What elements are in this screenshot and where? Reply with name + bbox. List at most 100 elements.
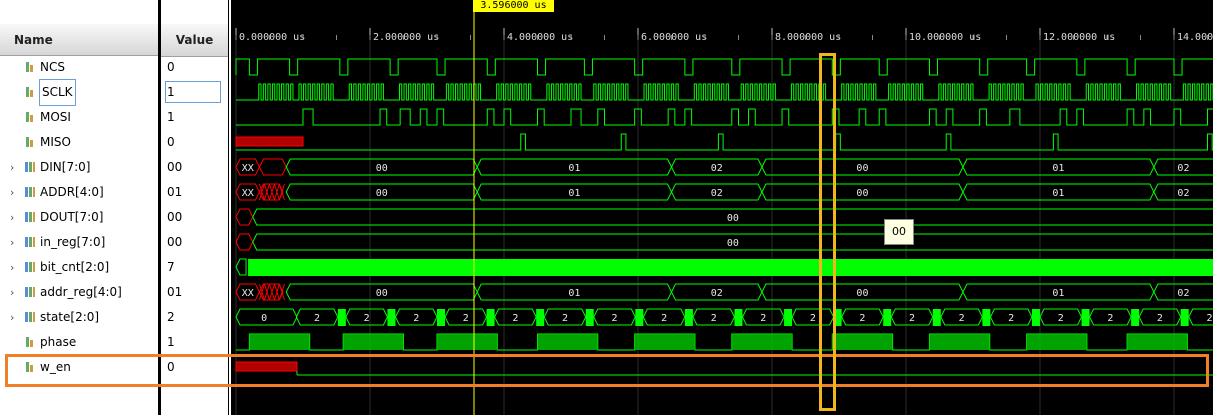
bus-value-label: 2	[512, 313, 518, 324]
bus-segment	[235, 258, 247, 276]
phase-high-fill	[537, 334, 598, 350]
dense-transition	[1031, 309, 1040, 326]
bus-value-label: 00	[376, 288, 388, 299]
dense-transition	[536, 309, 545, 326]
cursor-time-label[interactable]: 3.596000 us	[473, 0, 554, 12]
dense-transition	[833, 309, 842, 326]
bus-value-label: 00	[727, 213, 739, 224]
bit-waveform	[236, 133, 1213, 151]
undefined-hatch	[278, 283, 285, 301]
time-tick-label: 0.000000 us	[239, 32, 305, 43]
bus-value-label: 01	[568, 163, 580, 174]
time-tick-label: 4.000000 us	[507, 32, 573, 43]
bus-value-label: 00	[856, 288, 868, 299]
dense-transition	[883, 309, 892, 326]
bus-value-label: 2	[810, 313, 816, 324]
time-tick-label: 2.000000 us	[373, 32, 439, 43]
phase-high-fill	[249, 334, 310, 350]
bus-value-label: 02	[1177, 163, 1189, 174]
phase-high-fill	[832, 334, 893, 350]
bus-value-label: 01	[1052, 188, 1064, 199]
phase-high-fill	[929, 334, 990, 350]
bus-value-label: 01	[1052, 163, 1064, 174]
bus-value-label: 2	[1058, 313, 1064, 324]
bus-value-label: 01	[568, 188, 580, 199]
bit-waveform	[236, 83, 1213, 101]
bit-waveform	[235, 58, 1213, 76]
dense-transition	[1131, 309, 1140, 326]
dense-transition	[1081, 309, 1090, 326]
bus-value-label: 2	[859, 313, 865, 324]
undefined-segment	[235, 136, 304, 147]
dense-transition	[635, 309, 644, 326]
bus-value-label: XX	[242, 188, 254, 199]
dense-transition	[734, 309, 743, 326]
dense-transition	[585, 309, 594, 326]
bus-segment	[258, 158, 287, 176]
phase-high-fill	[343, 334, 404, 350]
bus-value-label: 2	[1206, 313, 1212, 324]
bus-value-label: 00	[376, 188, 388, 199]
bus-value-label: 2	[909, 313, 915, 324]
bus-value-label: 2	[1107, 313, 1113, 324]
bus-value-label: 2	[364, 313, 370, 324]
bus-value-label: 2	[562, 313, 568, 324]
undefined-hatch	[268, 183, 275, 201]
bus-segment	[258, 183, 284, 201]
bus-value-label: 2	[463, 313, 469, 324]
bit-waveform	[236, 108, 1213, 126]
bus-value-label: 02	[711, 163, 723, 174]
dense-transition	[437, 309, 445, 326]
undefined-hatch	[263, 283, 270, 301]
phase-high-fill	[634, 334, 695, 350]
dense-transition	[684, 309, 693, 326]
undefined-hatch	[273, 283, 280, 301]
bus-value-label: 2	[661, 313, 667, 324]
bus-value-label: 02	[711, 288, 723, 299]
bus-value-label: 01	[568, 288, 580, 299]
dense-transition	[784, 309, 793, 326]
dense-bus-fill	[248, 259, 1213, 276]
time-tick-label: 8.000000 us	[775, 32, 841, 43]
bus-value-label: 2	[612, 313, 618, 324]
time-tick-label: 10.000000 us	[909, 32, 981, 43]
dense-transition	[1180, 309, 1189, 326]
value-tooltip: 00	[884, 219, 914, 245]
bus-value-label: 00	[376, 163, 388, 174]
undefined-hatch	[263, 183, 270, 201]
bus-value-label: XX	[242, 288, 254, 299]
dense-transition	[486, 309, 495, 326]
bus-value-label: 02	[1177, 288, 1189, 299]
bus-segment	[258, 283, 284, 301]
dense-transition	[932, 309, 941, 326]
bus-value-label: 00	[856, 188, 868, 199]
phase-high-fill	[1127, 334, 1188, 350]
bus-segment	[235, 233, 254, 251]
phase-high-fill	[437, 334, 498, 350]
phase-high-fill	[1026, 334, 1087, 350]
bus-segment	[235, 208, 254, 226]
bus-value-label: 2	[1008, 313, 1014, 324]
bus-value-label: XX	[242, 163, 254, 174]
bus-value-label: 0	[261, 313, 267, 324]
time-tick-label: 12.000000 us	[1043, 32, 1115, 43]
bus-value-label: 02	[711, 188, 723, 199]
phase-high-fill	[731, 334, 793, 350]
bus-value-label: 02	[1177, 188, 1189, 199]
undefined-segment	[235, 361, 298, 372]
time-tick-label: 6.000000 us	[641, 32, 707, 43]
bus-value-label: 00	[727, 238, 739, 249]
bus-value-label: 2	[711, 313, 717, 324]
bus-value-label: 2	[760, 313, 766, 324]
undefined-hatch	[273, 183, 280, 201]
dense-transition	[982, 309, 991, 326]
bus-value-label: 2	[314, 313, 320, 324]
undefined-hatch	[268, 283, 275, 301]
dense-transition	[337, 309, 346, 326]
bus-value-label: 2	[959, 313, 965, 324]
waveform-canvas[interactable]: 0.000000 us 2.000000 us 4.000000 us 6.00000…	[0, 0, 1213, 415]
undefined-hatch	[278, 183, 285, 201]
bus-value-label: 01	[1052, 288, 1064, 299]
bus-value-label: 2	[1157, 313, 1163, 324]
bus-value-label: 2	[413, 313, 419, 324]
